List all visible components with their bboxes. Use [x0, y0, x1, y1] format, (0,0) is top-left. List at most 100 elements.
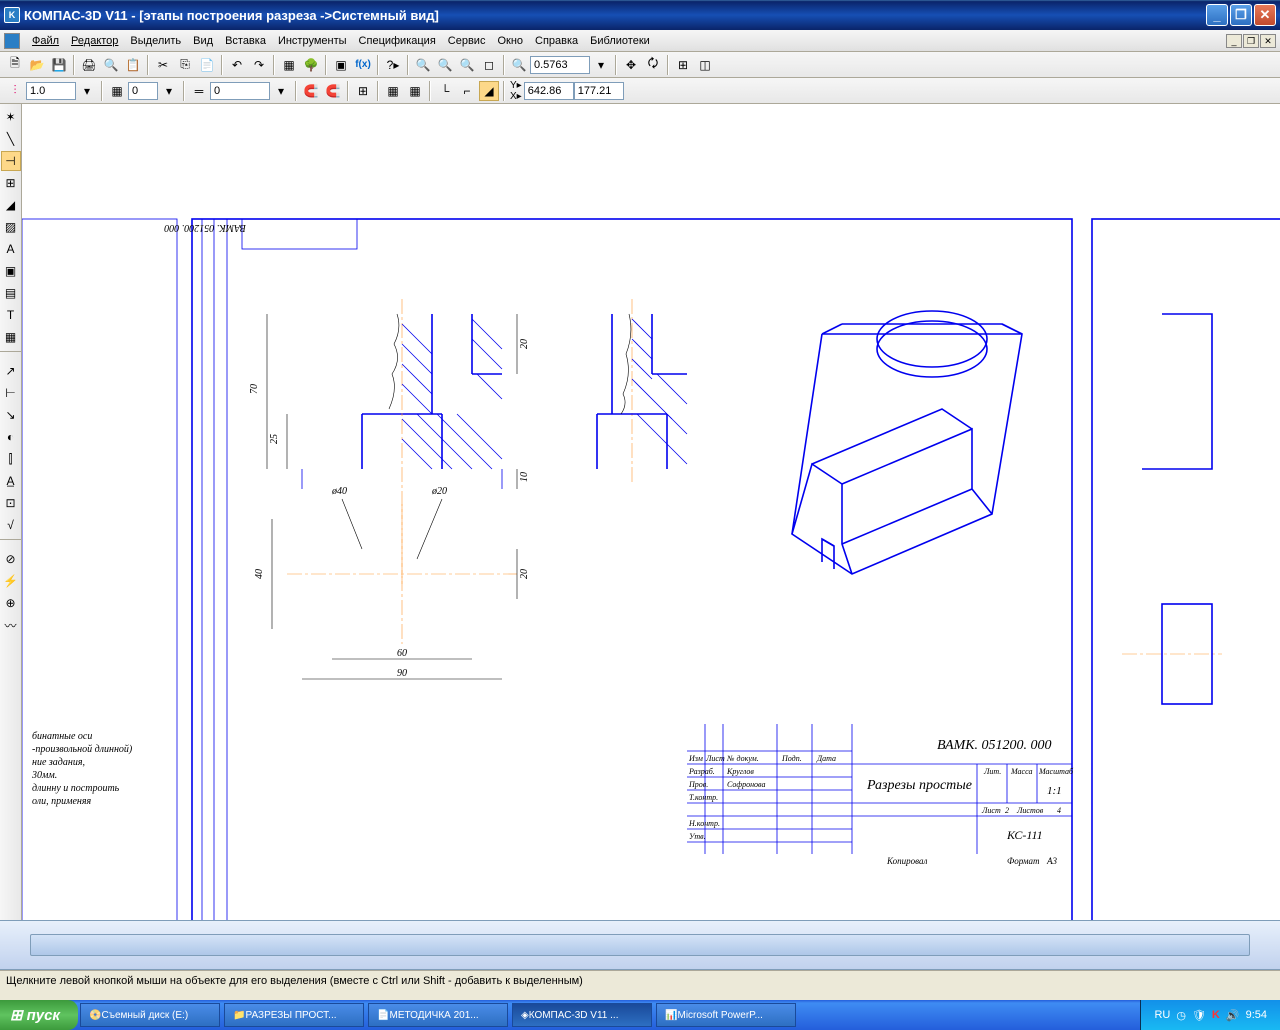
step-icon[interactable]: ⫶: [5, 81, 25, 101]
menu-window[interactable]: Окно: [491, 33, 529, 49]
tool-edit-icon[interactable]: ◢: [1, 195, 21, 215]
ortho-button[interactable]: └: [435, 81, 455, 101]
menu-service[interactable]: Сервис: [442, 33, 492, 49]
tool-line-icon[interactable]: ╲: [1, 129, 21, 149]
menu-view[interactable]: Вид: [187, 33, 219, 49]
tool-wave-icon[interactable]: 〰: [1, 615, 21, 635]
system-tray[interactable]: RU ◷ 🛡 K 🔊 9:54: [1140, 1000, 1280, 1030]
tool-sec-icon[interactable]: ⊢: [1, 383, 21, 403]
menu-libs[interactable]: Библиотеки: [584, 33, 656, 49]
props-button[interactable]: ▦: [279, 55, 299, 75]
local-button[interactable]: ⌐: [457, 81, 477, 101]
menu-select[interactable]: Выделить: [124, 33, 187, 49]
linestyle-icon[interactable]: ═: [189, 81, 209, 101]
minimize-button[interactable]: _: [1206, 4, 1228, 26]
linestyle-dd[interactable]: ▾: [271, 81, 291, 101]
zoomprev-button[interactable]: 🔍: [457, 55, 477, 75]
grid-button[interactable]: ⊞: [353, 81, 373, 101]
tool-tol-icon[interactable]: ⊡: [1, 493, 21, 513]
help-button[interactable]: ?▸: [383, 55, 403, 75]
snap-button[interactable]: 🧲: [301, 81, 321, 101]
open-button[interactable]: 📂: [27, 55, 47, 75]
zoom-input[interactable]: [530, 56, 590, 74]
zoom-dd[interactable]: ▾: [591, 55, 611, 75]
fx-button[interactable]: f(x): [353, 55, 373, 75]
tool-branding-icon[interactable]: ⚡: [1, 571, 21, 591]
clipboard-button[interactable]: 📋: [123, 55, 143, 75]
step-dd[interactable]: ▾: [77, 81, 97, 101]
tool-ldr-icon[interactable]: ↗: [1, 361, 21, 381]
copy-button[interactable]: ⎘: [175, 55, 195, 75]
redo-button[interactable]: ↷: [249, 55, 269, 75]
grid2-button[interactable]: ▦: [383, 81, 403, 101]
zoomin-button[interactable]: 🔍: [509, 55, 529, 75]
tray-icon2[interactable]: 🛡: [1192, 1009, 1206, 1022]
paste-button[interactable]: 📄: [197, 55, 217, 75]
menu-help[interactable]: Справка: [529, 33, 584, 49]
clock[interactable]: 9:54: [1246, 1009, 1267, 1021]
tool-t-icon[interactable]: T: [1, 305, 21, 325]
refresh-button[interactable]: 🗘: [643, 55, 663, 75]
zoomwin-button[interactable]: 🔍: [413, 55, 433, 75]
layer-input[interactable]: [128, 82, 158, 100]
tray-vol-icon[interactable]: 🔊: [1226, 1009, 1240, 1022]
menu-file[interactable]: Файл: [26, 33, 65, 49]
start-button[interactable]: ⊞пуск: [0, 1000, 78, 1030]
menu-spec[interactable]: Спецификация: [353, 33, 442, 49]
tool-base-icon[interactable]: A̲: [1, 471, 21, 491]
tool-view-icon[interactable]: ◐: [1, 427, 21, 447]
snap-off-button[interactable]: 🧲: [323, 81, 343, 101]
maximize-button[interactable]: ❐: [1230, 4, 1252, 26]
round-button[interactable]: ◢: [479, 81, 499, 101]
tree-button[interactable]: 🌳: [301, 55, 321, 75]
tray-icon[interactable]: ◷: [1176, 1009, 1186, 1022]
tool-measure-icon[interactable]: A: [1, 239, 21, 259]
layer-icon[interactable]: ▦: [107, 81, 127, 101]
y-coord[interactable]: [574, 82, 624, 100]
tool-mark-icon[interactable]: ⊘: [1, 549, 21, 569]
tool-select-icon[interactable]: ▣: [1, 261, 21, 281]
pan-button[interactable]: ✥: [621, 55, 641, 75]
lang-icon[interactable]: RU: [1154, 1009, 1170, 1021]
undo-button[interactable]: ↶: [227, 55, 247, 75]
menu-edit[interactable]: Редактор: [65, 33, 124, 49]
tray-k-icon[interactable]: K: [1212, 1009, 1220, 1021]
save-button[interactable]: 💾: [49, 55, 69, 75]
menu-insert[interactable]: Вставка: [219, 33, 272, 49]
mdi-icon[interactable]: [4, 33, 20, 49]
zoomall-button[interactable]: ◻: [479, 55, 499, 75]
tool-spec-icon[interactable]: ▤: [1, 283, 21, 303]
tool-rough-icon[interactable]: √: [1, 515, 21, 535]
layer-dd[interactable]: ▾: [159, 81, 179, 101]
tool-center-icon[interactable]: ⊕: [1, 593, 21, 613]
tool-arrow-icon[interactable]: ↘: [1, 405, 21, 425]
cut-button[interactable]: ✂: [153, 55, 173, 75]
tool-tbl-icon[interactable]: ▦: [1, 327, 21, 347]
task-kompas[interactable]: ◈ КОМПАС-3D V11 ...: [512, 1003, 652, 1027]
drawing-canvas[interactable]: бинатные оси -произвольной длинной) ние …: [22, 104, 1280, 920]
vars-button[interactable]: ▣: [331, 55, 351, 75]
task-disk[interactable]: 📀 Съемный диск (E:): [80, 1003, 220, 1027]
preview-button[interactable]: 🔍: [101, 55, 121, 75]
tool-dim-icon[interactable]: ⊣: [1, 151, 21, 171]
tool-point-icon[interactable]: ✶: [1, 107, 21, 127]
tool-text-icon[interactable]: ⊞: [1, 173, 21, 193]
task-doc[interactable]: 📄 МЕТОДИЧКА 201...: [368, 1003, 508, 1027]
mdi-close[interactable]: ✕: [1260, 34, 1276, 48]
tool-param-icon[interactable]: ▨: [1, 217, 21, 237]
task-folder[interactable]: 📁 РАЗРЕЗЫ ПРОСТ...: [224, 1003, 364, 1027]
close-button[interactable]: ✕: [1254, 4, 1276, 26]
zoomdyn-button[interactable]: 🔍: [435, 55, 455, 75]
windows-button[interactable]: ⊞: [673, 55, 693, 75]
linestyle-input[interactable]: [210, 82, 270, 100]
step-input[interactable]: [26, 82, 76, 100]
grid3-button[interactable]: ▦: [405, 81, 425, 101]
mdi-min[interactable]: _: [1226, 34, 1242, 48]
tool-align-icon[interactable]: ⫿: [1, 449, 21, 469]
new-button[interactable]: 🗎: [5, 55, 25, 75]
x-coord[interactable]: [524, 82, 574, 100]
menu-tools[interactable]: Инструменты: [272, 33, 353, 49]
task-ppt[interactable]: 📊 Microsoft PowerP...: [656, 1003, 796, 1027]
newwin-button[interactable]: ◫: [695, 55, 715, 75]
mdi-restore[interactable]: ❐: [1243, 34, 1259, 48]
